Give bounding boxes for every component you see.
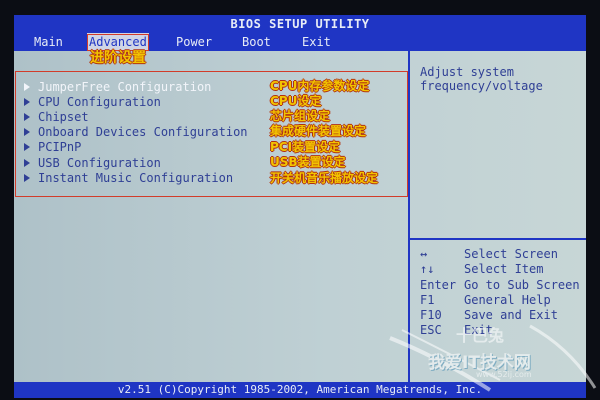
key-name: F1 (420, 293, 435, 307)
menu-item-label: Onboard Devices Configuration (38, 125, 248, 139)
submenu-arrow-icon (24, 174, 30, 182)
menu-tab-exit[interactable]: Exit (300, 33, 333, 51)
key-description: Go to Sub Screen (464, 278, 580, 292)
menu-item-chipset[interactable]: Chipset (24, 110, 89, 124)
annotation-usb-note: USB装置设定 (270, 155, 346, 169)
annotation-jumperfree-note: CPU内存参数设定 (270, 79, 370, 93)
submenu-arrow-icon (24, 98, 30, 106)
watermark-logo-text: 十巴兔 (456, 326, 505, 345)
annotation-pcipnp-note: PCI装置设定 (270, 140, 341, 154)
menu-tab-boot[interactable]: Boot (240, 33, 273, 51)
menu-item-label: USB Configuration (38, 156, 161, 170)
submenu-arrow-icon (24, 113, 30, 121)
bios-screen: BIOS SETUP UTILITY Main Advanced Power B… (0, 0, 600, 400)
key-description: Select Screen (464, 247, 558, 261)
submenu-arrow-icon (24, 159, 30, 167)
annotation-onboard-note: 集成硬件装置设定 (270, 124, 367, 138)
watermark-site-url: www.52ij.com (476, 370, 532, 379)
submenu-arrow-icon (24, 83, 30, 91)
annotation-cpu-note: CPU设定 (270, 94, 322, 108)
submenu-arrow-icon (24, 128, 30, 136)
key-description: General Help (464, 293, 551, 307)
menu-tab-power[interactable]: Power (174, 33, 214, 51)
menu-item-label: PCIPnP (38, 140, 82, 154)
submenu-arrow-icon (24, 143, 30, 151)
help-text-line-2: frequency/voltage (420, 79, 543, 93)
menu-item-jumperfree[interactable]: JumperFree Configuration (24, 80, 211, 94)
menu-item-usb-configuration[interactable]: USB Configuration (24, 156, 161, 170)
menu-item-label: Instant Music Configuration (38, 171, 234, 185)
menu-item-pcipnp[interactable]: PCIPnP (24, 140, 81, 154)
menu-item-label: JumperFree Configuration (38, 80, 212, 94)
left-right-arrows-icon: ↔ (420, 247, 428, 261)
bios-title: BIOS SETUP UTILITY (230, 17, 370, 31)
menu-item-cpu-configuration[interactable]: CPU Configuration (24, 95, 161, 109)
menu-tab-main[interactable]: Main (32, 33, 65, 51)
key-name: Enter (420, 278, 457, 292)
annotation-menu-highlight (87, 34, 149, 51)
annotation-music-note: 开关机音乐播放设定 (270, 171, 379, 185)
up-down-arrows-icon: ↑↓ (420, 262, 435, 276)
site-watermark: 我爱IT技术网 www.52ij.com 十巴兔 (380, 318, 600, 400)
bios-title-bar: BIOS SETUP UTILITY (14, 15, 586, 33)
annotation-chipset-note: 芯片组设定 (270, 109, 331, 123)
menu-item-label: Chipset (38, 110, 89, 124)
menu-item-label: CPU Configuration (38, 95, 161, 109)
help-divider (410, 238, 586, 240)
help-text-line-1: Adjust system (420, 65, 514, 79)
menu-item-onboard-devices[interactable]: Onboard Devices Configuration (24, 125, 248, 139)
menu-item-instant-music[interactable]: Instant Music Configuration (24, 171, 233, 185)
annotation-advanced-note: 进阶设置 (90, 50, 146, 66)
key-description: Select Item (464, 262, 544, 276)
